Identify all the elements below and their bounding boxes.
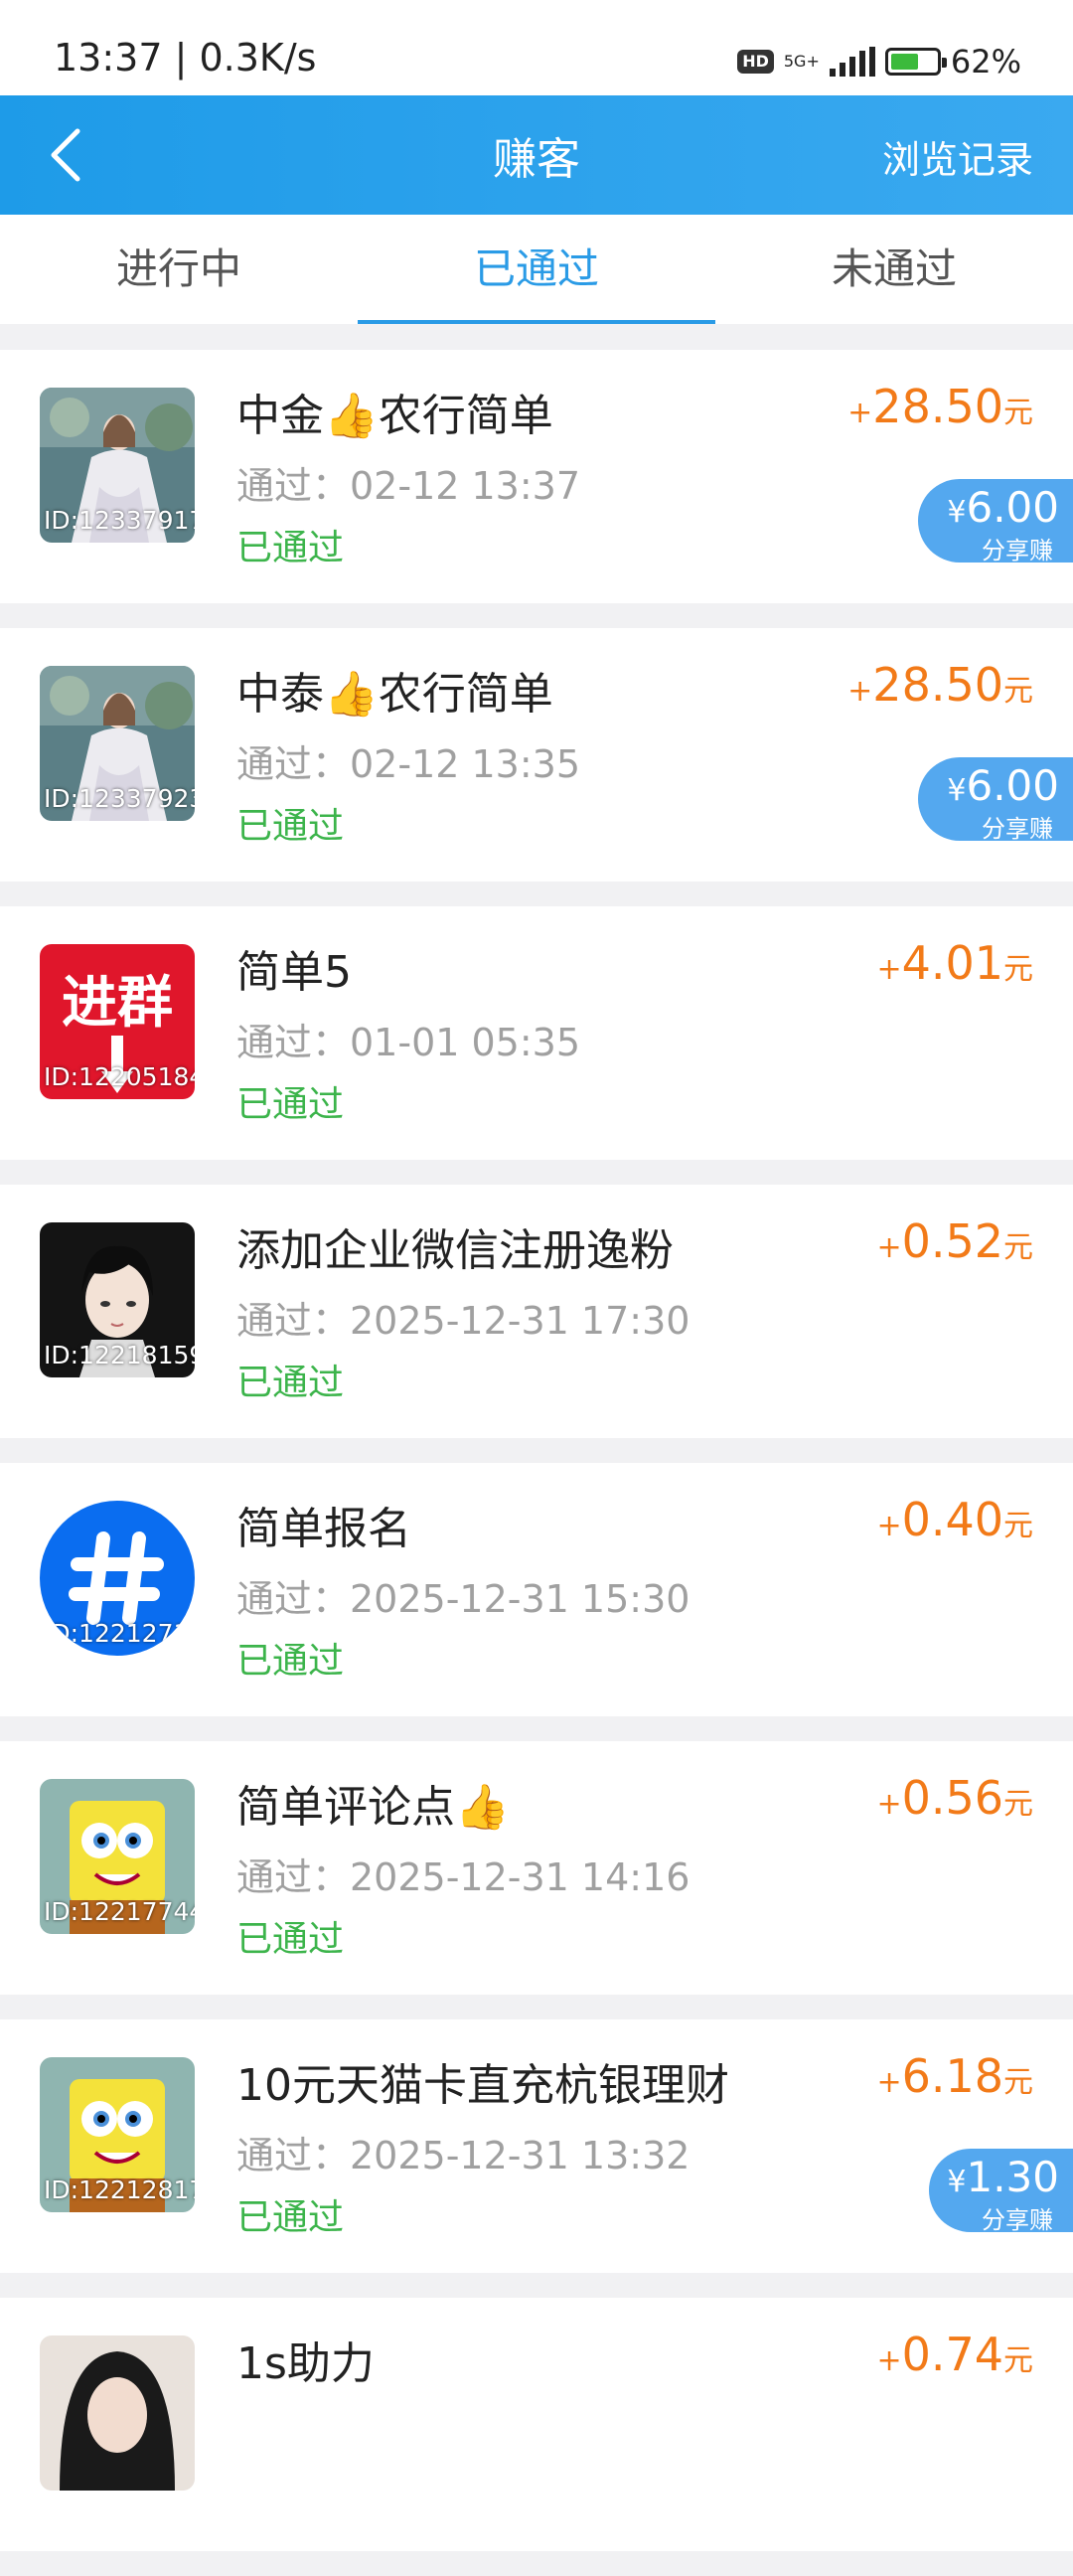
active-tab-indicator [358, 320, 715, 324]
task-reward: +0.40元 [876, 1493, 1033, 1546]
task-thumbnail: ID:12337923 [40, 666, 195, 821]
status-bar: 13:37 | 0.3K/s HD 5G+ 62% [0, 0, 1073, 95]
task-reward: +28.50元 [847, 380, 1033, 433]
task-title: 简单5 [236, 947, 352, 998]
task-id-label: ID:12337917 [44, 506, 195, 535]
task-title: 1s助力 [236, 2338, 375, 2389]
hd-icon: HD [737, 50, 774, 74]
task-reward: +0.56元 [876, 1771, 1033, 1825]
task-id-label: ID:12217744 [44, 1897, 195, 1926]
task-thumbnail: ID:12337917 [40, 388, 195, 543]
task-thumbnail: 进群 ID:12205184 [40, 944, 195, 1099]
tab-rejected[interactable]: 未通过 [715, 215, 1073, 324]
task-card[interactable]: ID:12212714 简单报名 通过：2025-12-31 15:30 已通过… [0, 1463, 1073, 1716]
battery-fill [890, 54, 919, 70]
share-earn-button[interactable]: ¥6.00 分享赚 [918, 479, 1073, 564]
task-card[interactable]: ID:12337923 中泰👍农行简单 通过：02-12 13:35 已通过 +… [0, 628, 1073, 882]
task-reward: +28.50元 [847, 658, 1033, 712]
task-approved-time: 通过：2025-12-31 17:30 [236, 1299, 690, 1343]
share-earn-button[interactable]: ¥6.00 分享赚 [918, 757, 1073, 843]
task-approved-time: 通过：01-01 05:35 [236, 1021, 581, 1064]
tab-in-progress[interactable]: 进行中 [0, 215, 358, 324]
status-tabs: 进行中 已通过 未通过 [0, 215, 1073, 324]
task-thumbnail: ID:12217744 [40, 1779, 195, 1934]
task-thumbnail [40, 2335, 195, 2491]
status-time: 13:37 | 0.3K/s [54, 36, 317, 80]
task-reward: +4.01元 [876, 936, 1033, 990]
task-id-label: ID:12212817 [44, 2175, 195, 2204]
task-id-label: ID:12218159 [44, 1341, 195, 1369]
browse-history-button[interactable]: 浏览记录 [882, 129, 1033, 184]
battery-icon [884, 48, 947, 76]
task-title: 简单报名 [236, 1504, 411, 1554]
task-status: 已通过 [236, 528, 345, 568]
task-title: 简单评论点👍 [236, 1782, 510, 1833]
task-title: 中泰👍农行简单 [236, 669, 553, 720]
battery-percent: 62% [950, 43, 1021, 80]
task-card[interactable]: 1s助力 +0.74元 [0, 2298, 1073, 2551]
task-id-label: ID:12205184 [44, 1062, 195, 1091]
task-thumbnail: ID:12212714 [40, 1501, 195, 1656]
task-reward: +0.74元 [876, 2328, 1033, 2381]
task-approved-time: 通过：2025-12-31 13:32 [236, 2134, 690, 2177]
task-status: 已通过 [236, 1084, 345, 1125]
task-reward: +0.52元 [876, 1214, 1033, 1268]
task-status: 已通过 [236, 2197, 345, 2238]
task-approved-time: 通过：2025-12-31 14:16 [236, 1855, 690, 1899]
task-approved-time: 通过：02-12 13:37 [236, 464, 581, 508]
task-card[interactable]: ID:12212817 10元天猫卡直充杭银理财 通过：2025-12-31 1… [0, 2019, 1073, 2273]
header-bar: 赚客 浏览记录 [0, 95, 1073, 215]
task-approved-time: 通过：02-12 13:35 [236, 742, 581, 786]
task-card[interactable]: 进群 ID:12205184 简单5 通过：01-01 05:35 已通过 +4… [0, 906, 1073, 1160]
task-title: 10元天猫卡直充杭银理财 [236, 2060, 729, 2111]
signal-icon [829, 47, 875, 77]
task-reward: +6.18元 [876, 2049, 1033, 2103]
task-status: 已通过 [236, 1641, 345, 1682]
task-approved-time: 通过：2025-12-31 15:30 [236, 1577, 690, 1621]
task-status: 已通过 [236, 1919, 345, 1960]
tab-approved[interactable]: 已通过 [358, 215, 715, 324]
task-card[interactable]: ID:12217744 简单评论点👍 通过：2025-12-31 14:16 已… [0, 1741, 1073, 1995]
task-title: 中金👍农行简单 [236, 391, 553, 441]
task-thumbnail: ID:12212817 [40, 2057, 195, 2212]
task-thumbnail: ID:12218159 [40, 1222, 195, 1377]
task-list: ID:12337917 中金👍农行简单 通过：02-12 13:37 已通过 +… [0, 350, 1073, 2576]
task-status: 已通过 [236, 806, 345, 847]
status-indicators: HD 5G+ 62% [737, 40, 1021, 83]
task-status: 已通过 [236, 1363, 345, 1403]
tab-approved-label: 已通过 [473, 244, 599, 293]
task-id-label: ID:12337923 [44, 784, 195, 813]
network-type-icon: 5G+ [783, 52, 820, 71]
task-title: 添加企业微信注册逸粉 [236, 1225, 674, 1276]
task-card[interactable]: ID:12218159 添加企业微信注册逸粉 通过：2025-12-31 17:… [0, 1185, 1073, 1438]
task-id-label: ID:12212714 [44, 1619, 195, 1648]
task-card[interactable]: ID:12337917 中金👍农行简单 通过：02-12 13:37 已通过 +… [0, 350, 1073, 603]
share-earn-button[interactable]: ¥1.30 分享赚 [929, 2149, 1073, 2234]
